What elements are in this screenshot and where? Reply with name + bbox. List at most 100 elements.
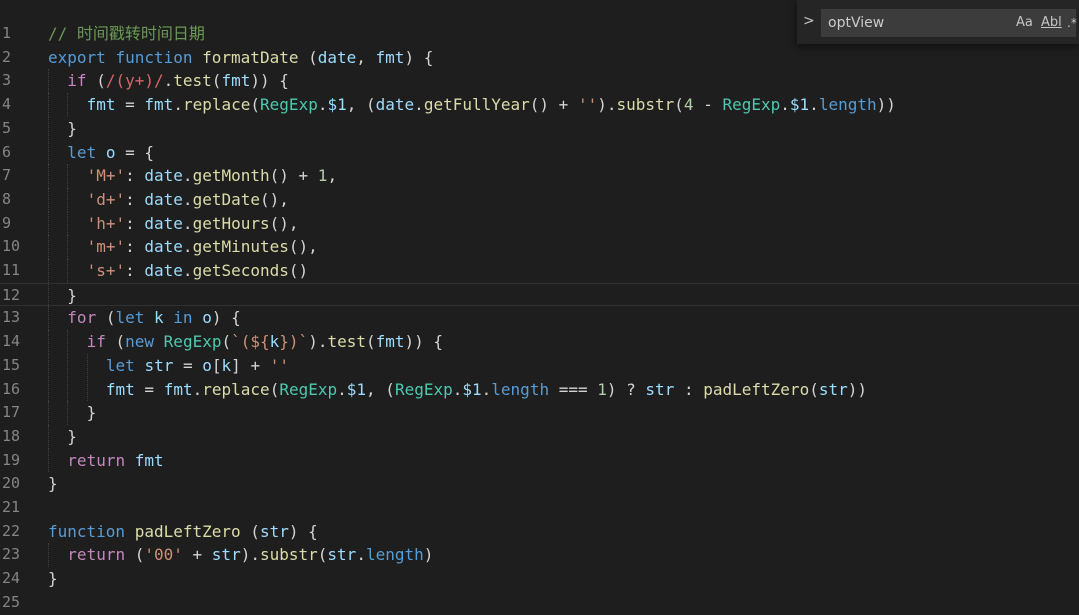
code-token: date: [144, 213, 183, 233]
code-token: .: [182, 237, 193, 257]
code-token: let: [115, 308, 145, 328]
code-token: /(y+)/: [105, 71, 164, 91]
code-token: o: [202, 308, 212, 328]
code-line[interactable]: 6 let o = {: [0, 140, 1079, 165]
code-token: export: [48, 47, 106, 67]
code-line[interactable]: 10 'm+': date.getMinutes(),: [0, 235, 1079, 259]
line-number: 6: [2, 142, 12, 161]
find-input[interactable]: [821, 9, 1076, 37]
code-token: }: [67, 118, 77, 138]
code-token: date: [144, 166, 183, 186]
code-line[interactable]: 22 function padLeftZero (str) {: [0, 520, 1079, 544]
code-line[interactable]: 23 return ('00' + str).substr(str.length): [0, 543, 1079, 568]
code-token: .: [780, 95, 790, 115]
code-line[interactable]: 16 fmt = fmt.replace(RegExp.$1, (RegExp.$…: [0, 377, 1079, 402]
code-token: ).: [240, 545, 260, 565]
line-number: 15: [2, 355, 21, 374]
code-token: $1: [327, 95, 347, 115]
line-number: 7: [2, 166, 12, 185]
code-token: , (: [346, 95, 376, 115]
code-token: fmt: [134, 450, 164, 470]
code-line[interactable]: 7 'M+': date.getMonth() + 1,: [0, 164, 1079, 188]
code-token: }: [86, 403, 97, 423]
code-token: in: [173, 308, 193, 328]
code-token: fmt: [144, 95, 174, 115]
code-token: (: [211, 71, 222, 91]
code-token: 'M+': [86, 166, 126, 186]
code-line[interactable]: 14 if (new RegExp(`(${k})`).test(fmt)) {: [0, 330, 1079, 354]
code-line[interactable]: 3 if (/(y+)/.test(fmt)) {: [0, 69, 1079, 94]
code-line[interactable]: 4 fmt = fmt.replace(RegExp.$1, (date.getF…: [0, 93, 1079, 117]
code-token: k: [154, 308, 164, 328]
match-case-toggle[interactable]: Aa: [1016, 13, 1033, 33]
code-text: if (/(y+)/.test(fmt)) {: [67, 69, 289, 93]
code-line[interactable]: 18}: [0, 424, 1079, 449]
code-line[interactable]: 8 'd+': date.getDate(),: [0, 187, 1079, 212]
code-token: (: [674, 95, 684, 115]
code-token: -: [693, 95, 723, 115]
indent-guide: [67, 353, 69, 378]
code-line[interactable]: 9 'h+': date.getHours(),: [0, 211, 1079, 236]
code-token: length: [365, 545, 424, 565]
indent-guide: [67, 164, 69, 188]
code-token: fmt: [163, 379, 193, 399]
line-number: 16: [2, 379, 21, 398]
code-line[interactable]: 24}: [0, 567, 1079, 591]
line-number: 19: [2, 450, 21, 469]
indent-guide: [48, 140, 50, 165]
whole-word-toggle[interactable]: Abl: [1041, 13, 1062, 33]
code-line[interactable]: 25: [0, 591, 1079, 615]
code-token: length: [491, 379, 550, 399]
code-token: RegExp: [722, 95, 781, 115]
code-line[interactable]: 17}: [0, 401, 1079, 425]
code-token: (),: [260, 189, 289, 209]
code-token: () +: [269, 166, 318, 186]
code-token: let: [67, 142, 97, 162]
code-token: , (: [366, 379, 395, 399]
line-number: 2: [2, 47, 12, 66]
code-token: :: [125, 166, 145, 186]
code-line[interactable]: 20}: [0, 472, 1079, 496]
code-token: function: [48, 521, 126, 541]
code-line[interactable]: 2 export function formatDate (date, fmt) …: [0, 46, 1079, 70]
indent-guide: [48, 377, 50, 402]
line-number: 13: [2, 308, 21, 327]
code-token: RegExp: [163, 332, 222, 352]
code-token: k: [221, 355, 232, 375]
indent-guide: [48, 69, 50, 94]
code-token: 1: [317, 166, 328, 186]
code-line[interactable]: 15 let str = o[k] + '': [0, 353, 1079, 378]
code-line[interactable]: 19 return fmt: [0, 448, 1079, 473]
code-token: (: [365, 332, 376, 352]
code-line[interactable]: 12}: [0, 282, 1079, 308]
code-token: length: [818, 95, 877, 115]
code-line[interactable]: 13 for (let k in o) {: [0, 306, 1079, 331]
line-number: 25: [2, 592, 21, 611]
chevron-right-icon[interactable]: >: [803, 12, 817, 30]
code-token: ] +: [231, 355, 270, 375]
code-line[interactable]: 21: [0, 496, 1079, 520]
line-number: 11: [2, 261, 21, 279]
code-token: date: [144, 189, 183, 209]
code-token: new: [125, 332, 155, 352]
regex-toggle[interactable]: .*: [1067, 13, 1077, 33]
indent-guide: [67, 187, 69, 212]
code-token: ,: [356, 47, 376, 67]
indent-guide: [48, 187, 50, 212]
code-editor[interactable]: 1 // 时间戳转时间日期 2 export function formatDate …: [0, 0, 1079, 614]
code-token: })`: [279, 332, 309, 352]
code-token: (),: [269, 213, 299, 233]
code-text: 's+': date.getSeconds(): [87, 259, 309, 283]
line-number: 20: [2, 474, 21, 493]
code-token: :: [125, 213, 145, 233]
line-number: 1: [2, 24, 12, 42]
code-line[interactable]: 11 's+': date.getSeconds(): [0, 259, 1079, 283]
code-token: 's+': [86, 261, 126, 280]
code-token: fmt: [375, 332, 405, 352]
code-token: formatDate: [202, 47, 299, 67]
code-line[interactable]: 5}: [0, 116, 1079, 141]
